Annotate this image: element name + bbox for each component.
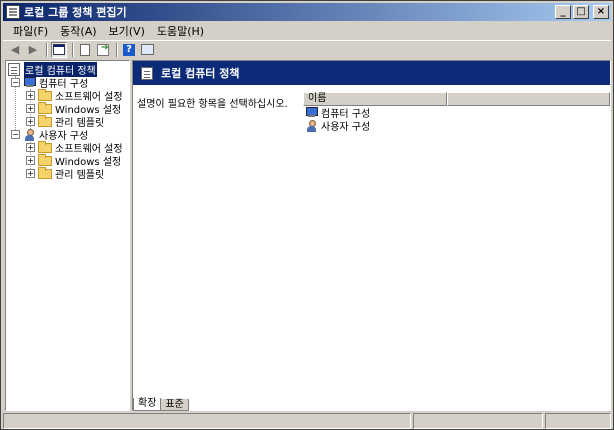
policy-icon bbox=[141, 66, 153, 80]
console-tree[interactable]: 로컬 컴퓨터 정책 − 컴퓨터 구성 + 소프트웨어 설정 + Windows … bbox=[5, 60, 130, 411]
list-header: 이름 bbox=[303, 92, 610, 106]
show-hide-tree-button[interactable] bbox=[51, 41, 67, 58]
toolbar-separator bbox=[46, 42, 48, 57]
expand-toggle[interactable]: + bbox=[26, 169, 35, 178]
forward-button[interactable]: ▶ bbox=[25, 42, 41, 58]
minimize-button[interactable]: _ bbox=[555, 5, 571, 19]
folder-icon bbox=[38, 166, 52, 179]
show-action-pane-button[interactable] bbox=[139, 42, 155, 58]
computer-icon bbox=[305, 107, 318, 118]
help-button[interactable]: ? bbox=[121, 42, 137, 58]
view-tabs: 확장 표준 bbox=[133, 398, 189, 411]
maximize-button[interactable]: □ bbox=[573, 5, 589, 19]
details-banner: 로컬 컴퓨터 정책 bbox=[133, 61, 610, 85]
description-text: 설명이 필요한 항목을 선택하십시오. bbox=[137, 99, 288, 110]
status-cell-main bbox=[3, 413, 411, 429]
collapse-toggle[interactable]: − bbox=[11, 78, 20, 87]
menu-action[interactable]: 동작(A) bbox=[54, 23, 102, 39]
menu-bar: 파일(F) 동작(A) 보기(V) 도움말(H) bbox=[3, 22, 611, 40]
column-header-empty bbox=[447, 92, 610, 106]
tab-extended[interactable]: 확장 bbox=[133, 398, 162, 411]
status-bar bbox=[3, 413, 611, 429]
main-window: 로컬 그룹 정책 편집기 _ □ × 파일(F) 동작(A) 보기(V) 도움말… bbox=[0, 0, 614, 430]
tree-item-user-admin[interactable]: + 관리 템플릿 bbox=[26, 166, 105, 181]
expand-toggle[interactable]: + bbox=[26, 104, 35, 113]
computer-icon bbox=[23, 77, 36, 88]
toolbar-separator bbox=[116, 42, 118, 57]
title-bar[interactable]: 로컬 그룹 정책 편집기 _ □ × bbox=[3, 3, 611, 21]
expand-toggle[interactable]: + bbox=[26, 156, 35, 165]
folder-icon bbox=[38, 114, 52, 127]
user-icon bbox=[23, 128, 36, 141]
action-pane-icon bbox=[140, 44, 154, 55]
menu-view[interactable]: 보기(V) bbox=[103, 23, 151, 39]
status-cell-middle bbox=[413, 413, 543, 429]
folder-icon bbox=[38, 101, 52, 114]
menu-help[interactable]: 도움말(H) bbox=[151, 23, 210, 39]
folder-icon bbox=[38, 140, 52, 153]
user-icon bbox=[305, 119, 318, 132]
column-header-name[interactable]: 이름 bbox=[303, 92, 447, 106]
properties-icon bbox=[80, 43, 90, 56]
menu-file[interactable]: 파일(F) bbox=[7, 23, 54, 39]
folder-icon bbox=[38, 153, 52, 166]
details-pane: 로컬 컴퓨터 정책 설명이 필요한 항목을 선택하십시오. 이름 컴퓨터 구성 … bbox=[132, 60, 611, 411]
toolbar-separator bbox=[72, 42, 74, 57]
policy-icon bbox=[8, 63, 20, 76]
banner-title: 로컬 컴퓨터 정책 bbox=[161, 67, 240, 80]
expand-toggle[interactable]: + bbox=[26, 91, 35, 100]
export-icon bbox=[97, 43, 109, 56]
folder-icon bbox=[38, 88, 52, 101]
collapse-toggle[interactable]: − bbox=[11, 130, 20, 139]
tab-standard[interactable]: 표준 bbox=[160, 399, 189, 411]
help-icon: ? bbox=[123, 43, 135, 56]
close-button[interactable]: × bbox=[593, 5, 609, 19]
export-list-button[interactable] bbox=[95, 42, 111, 58]
list-item-label: 사용자 구성 bbox=[321, 122, 371, 133]
tree-item-label: 관리 템플릿 bbox=[55, 170, 105, 181]
list-item[interactable]: 사용자 구성 bbox=[305, 119, 371, 133]
expand-toggle[interactable]: + bbox=[26, 143, 35, 152]
properties-button[interactable] bbox=[77, 42, 93, 58]
expand-toggle[interactable]: + bbox=[26, 117, 35, 126]
console-tree-icon bbox=[53, 44, 65, 55]
app-icon bbox=[6, 5, 20, 19]
toolbar: ◀ ▶ ? bbox=[3, 40, 611, 58]
status-cell-right bbox=[545, 413, 611, 429]
window-title: 로컬 그룹 정책 편집기 bbox=[24, 6, 127, 19]
back-button[interactable]: ◀ bbox=[7, 42, 23, 58]
